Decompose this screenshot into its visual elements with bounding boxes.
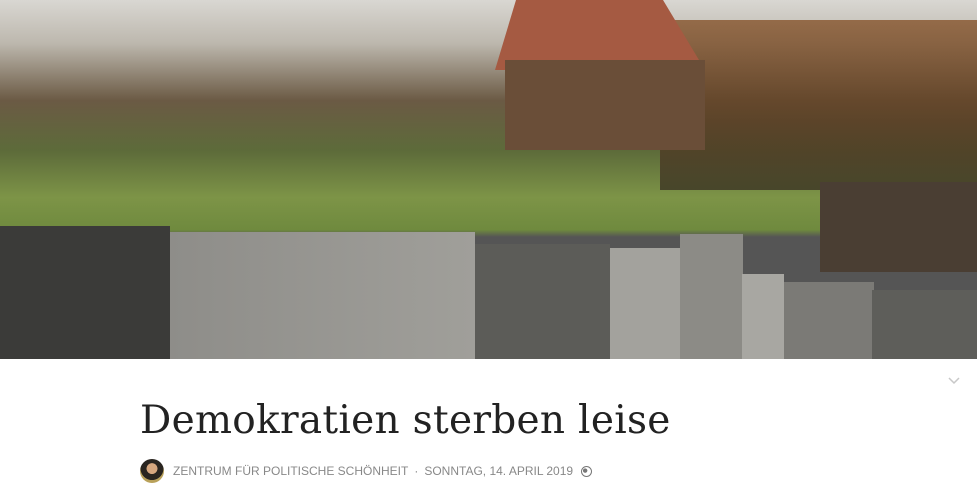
hero-block <box>784 282 874 359</box>
hero-block <box>680 234 743 359</box>
page-title: Demokratien sterben leise <box>140 398 671 443</box>
hero-image <box>0 0 977 359</box>
hero-block <box>0 226 170 359</box>
author-link[interactable]: Zentrum für politische Schönheit <box>173 464 408 478</box>
hero-block <box>475 244 610 359</box>
meta-separator: · <box>414 464 419 478</box>
avatar[interactable] <box>140 459 164 483</box>
hero-block <box>170 232 475 359</box>
post-meta: Zentrum für politische Schönheit · Sonnt… <box>140 459 593 483</box>
hero-block <box>742 274 784 359</box>
hero-block <box>872 290 977 359</box>
globe-icon <box>581 465 593 477</box>
hero-shed <box>820 182 977 272</box>
hero-house <box>495 0 725 150</box>
post-date[interactable]: Sonntag, 14. April 2019 <box>424 464 573 478</box>
chevron-down-icon[interactable] <box>948 374 962 388</box>
hero-block <box>610 248 680 359</box>
